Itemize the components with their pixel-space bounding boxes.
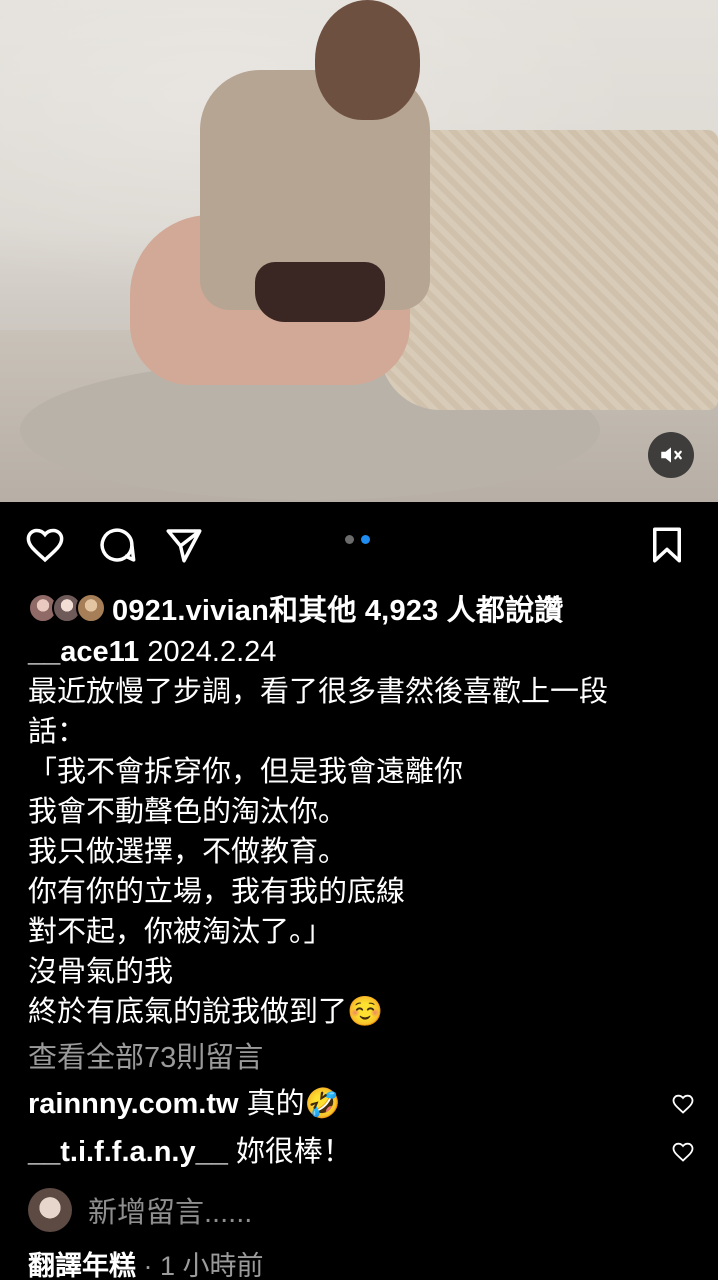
- post-caption: __ace11 2024.2.24 最近放慢了步調，看了很多書然後喜歡上一段 話…: [28, 632, 688, 1032]
- liker-username[interactable]: 0921.vivian: [112, 595, 269, 627]
- view-all-comments-link[interactable]: 查看全部73則留言: [28, 1034, 263, 1076]
- comment-username[interactable]: rainnny.com.tw: [28, 1088, 239, 1120]
- caption-line: 話：: [28, 716, 87, 748]
- speaker-muted-icon: [661, 447, 682, 463]
- caption-line: 終於有底氣的說我做到了☺️: [28, 996, 384, 1028]
- photo-person-shorts: [255, 262, 385, 322]
- carousel-dot: [345, 535, 354, 544]
- comment-text: 妳很棒！: [235, 1136, 352, 1168]
- caption-line: 我只做選擇，不做教育。: [28, 836, 348, 868]
- bookmark-icon: [653, 527, 681, 563]
- heart-icon: [672, 1094, 694, 1114]
- post-photo[interactable]: [0, 0, 718, 502]
- action-bar: [0, 520, 718, 572]
- heart-icon: [26, 528, 64, 563]
- avatar: [76, 593, 106, 623]
- liker-avatars: [28, 590, 106, 626]
- like-button[interactable]: [24, 524, 66, 566]
- comment-like-button[interactable]: [671, 1092, 695, 1116]
- post-footer: 翻譯年糕 · 1 小時前: [28, 1244, 264, 1280]
- carousel-dot-active: [361, 535, 370, 544]
- comment-bubble-icon: [100, 528, 136, 562]
- footer-username[interactable]: 翻譯年糕: [28, 1251, 136, 1280]
- caption-username[interactable]: __ace11: [28, 636, 139, 668]
- add-comment-input[interactable]: 新增留言......: [88, 1189, 252, 1231]
- likes-text: 0921.vivian和其他 4,923 人都說讚: [112, 587, 564, 629]
- paper-plane-icon: [166, 529, 202, 563]
- caption-line: 沒骨氣的我: [28, 956, 174, 988]
- likes-summary[interactable]: 0921.vivian和其他 4,923 人都說讚: [28, 588, 564, 628]
- heart-icon: [672, 1142, 694, 1162]
- caption-date: 2024.2.24: [147, 636, 277, 668]
- carousel-indicator: [345, 535, 370, 544]
- photo-blanket: [380, 130, 718, 410]
- mute-button[interactable]: [648, 432, 694, 478]
- caption-line: 你有你的立場，我有我的底線: [28, 876, 406, 908]
- comment-like-button[interactable]: [671, 1140, 695, 1164]
- caption-line: 對不起，你被淘汰了。」: [28, 916, 333, 948]
- save-button[interactable]: [646, 524, 688, 566]
- avatar: [28, 1188, 72, 1232]
- caption-line: 「我不會拆穿你，但是我會遠離你: [28, 756, 464, 788]
- comment-text: 真的🤣: [246, 1088, 341, 1120]
- photo-person-head: [315, 0, 420, 120]
- caption-line: 最近放慢了步調，看了很多書然後喜歡上一段: [28, 676, 609, 708]
- add-comment-row[interactable]: 新增留言......: [28, 1188, 252, 1232]
- caption-line: 我會不動聲色的淘汰你。: [28, 796, 348, 828]
- comment-item: __t.i.f.f.a.n.y__ 妳很棒！: [28, 1132, 352, 1172]
- share-button[interactable]: [163, 524, 205, 566]
- comment-username[interactable]: __t.i.f.f.a.n.y__: [28, 1136, 228, 1168]
- comment-item: rainnny.com.tw 真的🤣: [28, 1084, 341, 1124]
- post-timestamp: · 1 小時前: [143, 1251, 264, 1280]
- comment-button[interactable]: [96, 524, 138, 566]
- likes-count-text: 和其他 4,923 人都說讚: [269, 595, 564, 627]
